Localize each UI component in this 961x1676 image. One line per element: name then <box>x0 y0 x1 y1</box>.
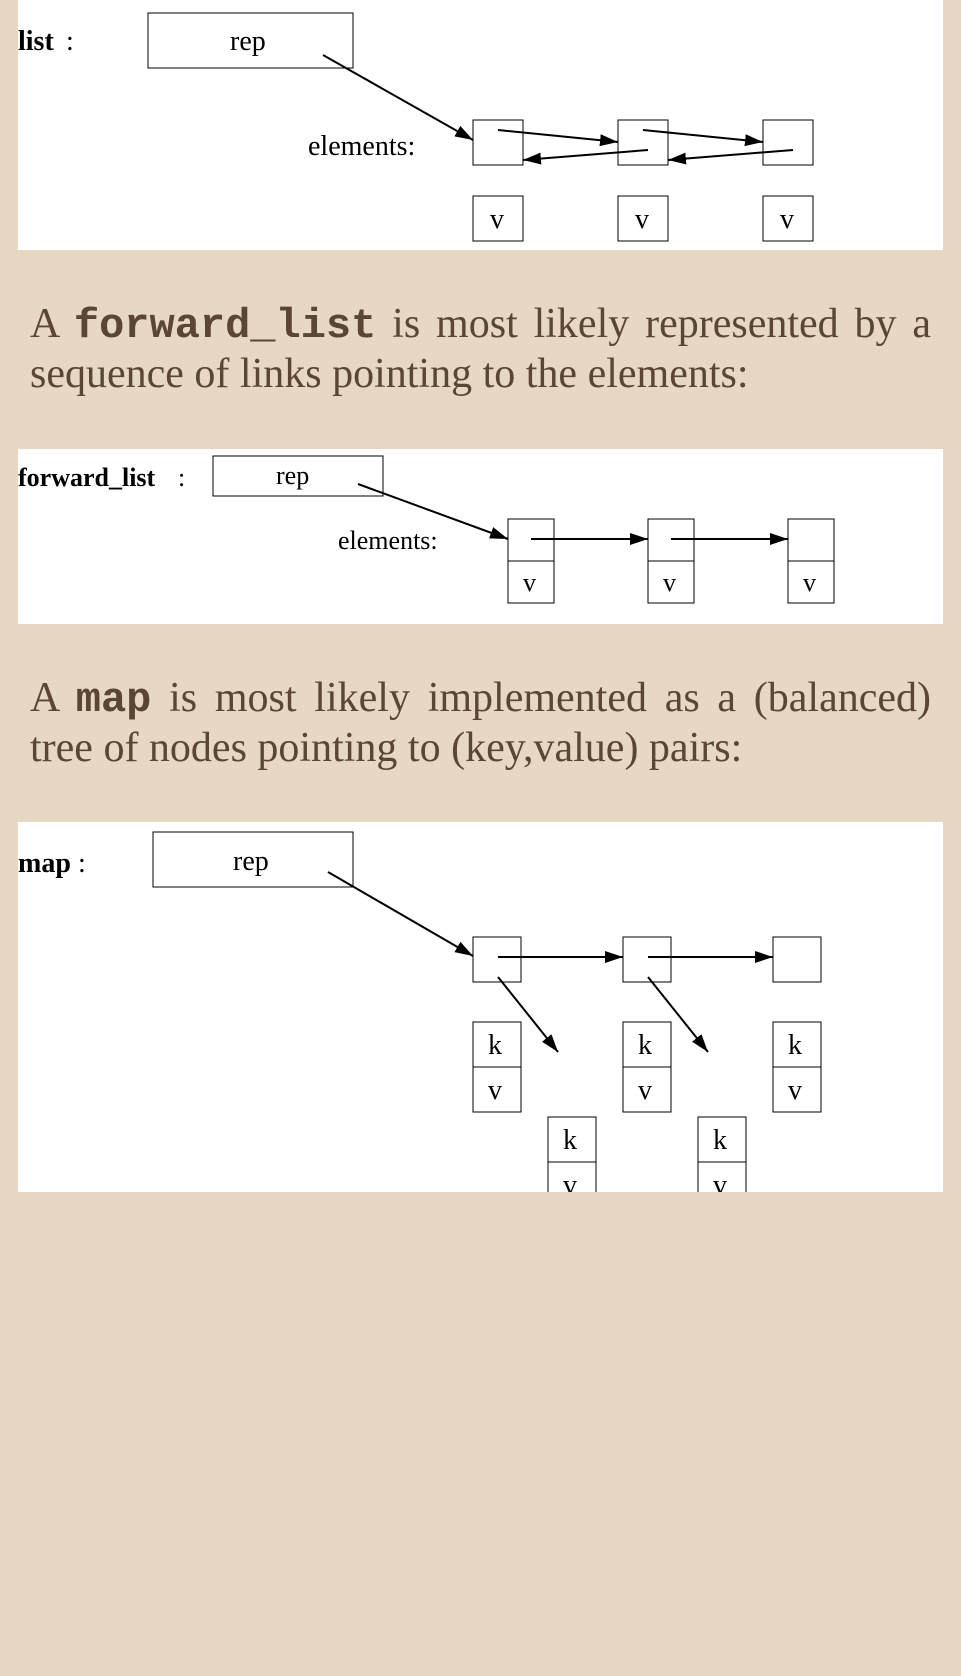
node-link <box>623 937 671 982</box>
page: list : rep elements: v v v <box>0 0 961 1192</box>
arrow <box>648 977 708 1052</box>
elements-label: elements: <box>338 526 438 555</box>
colon: : <box>78 848 86 879</box>
k-text: k <box>488 1030 502 1061</box>
p2-post: is most likely implemented as a (balance… <box>30 675 931 771</box>
p1-code: forward_list <box>74 302 376 350</box>
node-link <box>773 937 821 982</box>
arrow <box>328 872 473 956</box>
k-text: k <box>788 1030 802 1061</box>
arrow <box>498 977 558 1052</box>
paragraph-forward-list: A forward_list is most likely rep­resent… <box>30 300 931 399</box>
arrow <box>668 150 793 160</box>
figure-forward-list: forward_list : rep elements: v v v <box>18 449 943 624</box>
figure-list: list : rep elements: v v v <box>18 0 943 250</box>
p2-code: map <box>76 676 152 724</box>
colon: : <box>178 463 185 492</box>
p2-pre: A <box>30 675 76 721</box>
label-forward-list: forward_list <box>18 463 156 492</box>
node-top <box>473 120 523 165</box>
label-map: map <box>18 848 71 879</box>
figure-list-svg: list : rep elements: v v v <box>18 0 943 250</box>
node-v: v <box>635 204 649 235</box>
figure-map-svg: map : rep k v k v k v <box>18 822 943 1192</box>
v-text: v <box>488 1075 502 1106</box>
node-v: v <box>490 204 504 235</box>
arrow <box>323 55 473 140</box>
v-text: v <box>788 1075 802 1106</box>
p1-pre: A <box>30 301 74 347</box>
k-text: k <box>563 1125 577 1156</box>
v-text: v <box>713 1170 727 1192</box>
rep-text: rep <box>233 846 269 877</box>
rep-text: rep <box>230 26 266 57</box>
v-text: v <box>563 1170 577 1192</box>
label-list: list <box>18 26 54 57</box>
node-top <box>618 120 668 165</box>
k-text: k <box>713 1125 727 1156</box>
node-top <box>763 120 813 165</box>
elements-label: elements: <box>308 131 415 162</box>
colon: : <box>66 26 74 57</box>
arrow <box>643 130 763 142</box>
figure-fwd-svg: forward_list : rep elements: v v v <box>18 449 943 624</box>
figure-map: map : rep k v k v k v <box>18 822 943 1192</box>
k-text: k <box>638 1030 652 1061</box>
node-v: v <box>523 568 536 597</box>
v-text: v <box>638 1075 652 1106</box>
node-v: v <box>780 204 794 235</box>
paragraph-map: A map is most likely implemented as a (b… <box>30 674 931 773</box>
arrow <box>498 130 618 142</box>
node-v: v <box>663 568 676 597</box>
rep-text: rep <box>276 461 309 490</box>
node-link <box>473 937 521 982</box>
node-v: v <box>803 568 816 597</box>
arrow <box>523 150 648 160</box>
node-top <box>788 519 834 561</box>
